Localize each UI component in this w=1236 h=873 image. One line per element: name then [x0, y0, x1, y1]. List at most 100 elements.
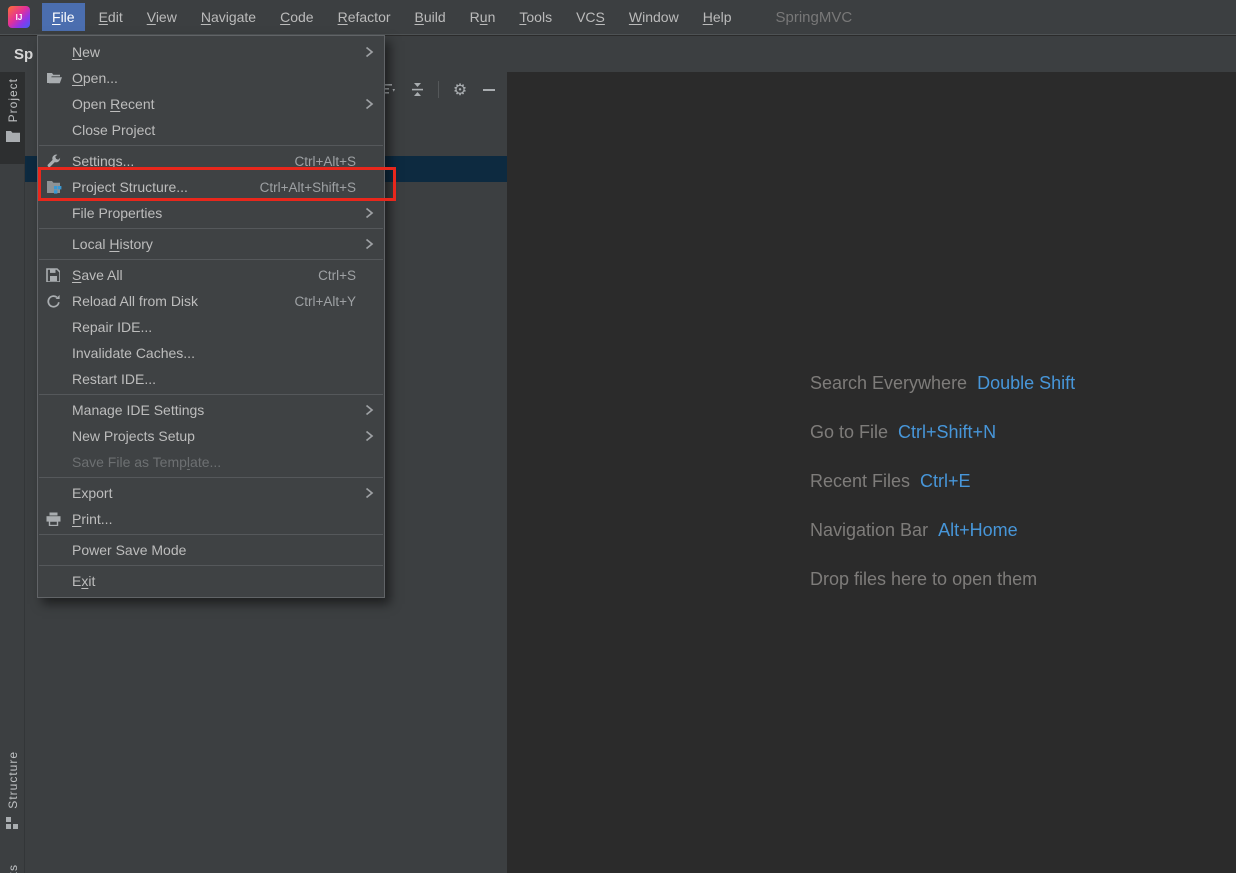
sidebar-tab-project[interactable]: Project	[0, 72, 25, 164]
menu-item-open-recent[interactable]: Open Recent	[38, 91, 384, 117]
sidebar-tab-bookmarks-partial[interactable]: ks	[0, 858, 25, 873]
menu-item-label: Window	[628, 9, 679, 25]
menu-item-power-save-mode[interactable]: Power Save Mode	[38, 537, 384, 563]
menu-item-label: Manage IDE Settings	[72, 402, 205, 418]
menu-item-restart-ide[interactable]: Restart IDE...	[38, 366, 384, 392]
menu-item-new[interactable]: New	[38, 39, 384, 65]
menu-item-shortcut: Ctrl+S	[318, 267, 356, 283]
menu-item-label: Print...	[72, 511, 113, 527]
menu-item-label: Navigate	[200, 9, 257, 25]
menu-item-icon-slot	[46, 371, 66, 387]
menu-separator	[39, 534, 383, 535]
ide-window: IJ File Edit View Navigate Code Refactor Build…	[0, 0, 1236, 873]
hide-panel-icon[interactable]	[481, 82, 497, 98]
menu-item-exit[interactable]: Exit	[38, 568, 384, 594]
menubar-item-file[interactable]: File	[42, 3, 85, 31]
menu-item-label: Local History	[72, 236, 153, 252]
submenu-chevron-icon	[360, 98, 374, 110]
menubar-item-run[interactable]: Run	[460, 3, 506, 31]
menu-separator	[39, 394, 383, 395]
menu-item-icon-slot	[46, 96, 66, 112]
toolbar-separator	[438, 81, 439, 98]
shortcut-hint-keys: Double Shift	[977, 373, 1076, 393]
file-menu-dropdown: New Open... Open Recent Close Project Settin…	[37, 35, 385, 598]
sidebar-tab-structure[interactable]: Structure	[0, 745, 25, 860]
menu-item-icon-slot	[46, 345, 66, 361]
menu-item-label: File Properties	[72, 205, 163, 221]
menu-separator	[39, 259, 383, 260]
menubar-item-window[interactable]: Window	[619, 3, 689, 31]
menu-item-label: Export	[72, 485, 113, 501]
menu-item-icon-slot	[46, 428, 66, 444]
menu-item-label: Save File as Template...	[72, 454, 222, 470]
window-title: SpringMVC	[775, 8, 853, 26]
menu-item-icon-slot	[46, 542, 66, 558]
submenu-chevron-icon	[360, 207, 374, 219]
menu-item-label: Power Save Mode	[72, 542, 187, 558]
menu-separator	[39, 477, 383, 478]
menu-item-label: Refactor	[337, 9, 391, 25]
shortcut-hints-block: Search Everywhere Double Shift Go to File C…	[810, 359, 1075, 604]
menubar-item-vcs[interactable]: VCS	[566, 3, 615, 31]
menu-item-export[interactable]: Export	[38, 480, 384, 506]
menu-item-print[interactable]: Print...	[38, 506, 384, 532]
menubar-item-navigate[interactable]: Navigate	[191, 3, 266, 31]
menubar-item-tools[interactable]: Tools	[509, 3, 562, 31]
menu-item-open[interactable]: Open...	[38, 65, 384, 91]
project-selector-fragment[interactable]: Sp	[14, 46, 33, 63]
menu-item-project-structure[interactable]: Project Structure... Ctrl+Alt+Shift+S	[38, 174, 384, 200]
menu-item-settings[interactable]: Settings... Ctrl+Alt+S	[38, 148, 384, 174]
menu-item-label: Reload All from Disk	[72, 293, 199, 309]
menu-item-label: Run	[469, 9, 496, 25]
project-panel-header: ⚙	[380, 72, 507, 107]
menu-item-label: Restart IDE...	[72, 371, 157, 387]
submenu-chevron-icon	[360, 46, 374, 58]
menu-item-icon-slot	[46, 454, 66, 470]
menubar-item-refactor[interactable]: Refactor	[328, 3, 401, 31]
menu-item-label: Edit	[98, 9, 123, 25]
menubar-item-build[interactable]: Build	[405, 3, 456, 31]
shortcut-hint-search-everywhere: Search Everywhere Double Shift	[810, 359, 1075, 408]
menu-item-new-projects-setup[interactable]: New Projects Setup	[38, 423, 384, 449]
menu-item-icon-slot	[46, 236, 66, 252]
menu-item-label: Build	[414, 9, 446, 25]
menu-item-label: Invalidate Caches...	[72, 345, 195, 361]
menu-item-save-all[interactable]: Save All Ctrl+S	[38, 262, 384, 288]
structure-icon	[6, 816, 19, 830]
menu-item-label: Close Project	[72, 122, 156, 138]
menubar-item-help[interactable]: Help	[693, 3, 742, 31]
menu-item-label: VCS	[576, 9, 605, 25]
shortcut-hint-recent-files: Recent Files Ctrl+E	[810, 457, 1075, 506]
shortcut-hint-keys: Alt+Home	[938, 520, 1018, 540]
shortcut-hint-drop-files-here-to-open-them: Drop files here to open them	[810, 555, 1075, 604]
menubar-item-edit[interactable]: Edit	[89, 3, 133, 31]
folder-icon	[5, 130, 20, 143]
editor-area: Search Everywhere Double Shift Go to File C…	[507, 72, 1236, 873]
gear-icon[interactable]: ⚙	[452, 82, 468, 99]
menu-item-close-project[interactable]: Close Project	[38, 117, 384, 143]
menu-item-file-properties[interactable]: File Properties	[38, 200, 384, 226]
project-structure-icon	[46, 179, 66, 195]
structure-tab-label: Structure	[5, 751, 20, 809]
menu-item-label: Open...	[72, 70, 118, 86]
menu-item-label: Code	[280, 9, 314, 25]
shortcut-hint-label: Navigation Bar	[810, 520, 929, 540]
menu-item-reload-all-from-disk[interactable]: Reload All from Disk Ctrl+Alt+Y	[38, 288, 384, 314]
menu-item-local-history[interactable]: Local History	[38, 231, 384, 257]
menubar-item-view[interactable]: View	[137, 3, 187, 31]
tool-window-stripe: Project Structure ks	[0, 72, 25, 873]
shortcut-hint-keys: Ctrl+E	[920, 471, 971, 491]
collapse-all-icon[interactable]	[409, 82, 425, 98]
menu-item-repair-ide[interactable]: Repair IDE...	[38, 314, 384, 340]
menu-item-invalidate-caches[interactable]: Invalidate Caches...	[38, 340, 384, 366]
project-tab-label: Project	[5, 78, 20, 123]
menu-item-label: Repair IDE...	[72, 319, 153, 335]
submenu-chevron-icon	[360, 430, 374, 442]
menu-item-icon-slot	[46, 122, 66, 138]
shortcut-hint-label: Recent Files	[810, 471, 911, 491]
wrench-icon	[46, 153, 66, 169]
menu-item-shortcut: Ctrl+Alt+Y	[294, 293, 356, 309]
menubar-item-code[interactable]: Code	[270, 3, 323, 31]
menu-item-manage-ide-settings[interactable]: Manage IDE Settings	[38, 397, 384, 423]
menu-item-icon-slot	[46, 319, 66, 335]
